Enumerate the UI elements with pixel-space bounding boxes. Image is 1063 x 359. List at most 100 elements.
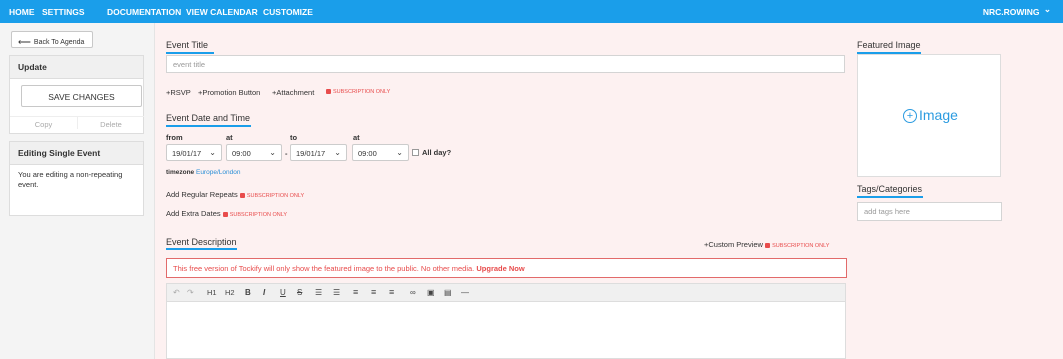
event-title-underline	[166, 52, 214, 54]
subscription-only-label: SUBSCRIPTION ONLY	[333, 89, 391, 95]
custom-preview-label: +Custom Preview	[704, 240, 763, 249]
image-icon[interactable]: ▣	[427, 288, 435, 297]
italic-button[interactable]: I	[263, 288, 265, 297]
subscription-badge: SUBSCRIPTION ONLY	[326, 89, 390, 95]
subscription-badge: SUBSCRIPTION ONLY	[239, 193, 305, 199]
add-image-label: Image	[919, 107, 958, 123]
event-title-heading: Event Title	[166, 40, 209, 50]
chevron-down-icon: ⌄	[209, 148, 216, 157]
lock-icon	[222, 212, 228, 217]
update-panel: Update SAVE CHANGES Copy Delete	[9, 55, 144, 134]
nav-customize[interactable]: CUSTOMIZE	[263, 7, 313, 17]
to-time-select[interactable]: 09:00 ⌄	[352, 144, 409, 161]
lock-icon	[326, 89, 331, 94]
chevron-down-icon: ⌄	[334, 148, 341, 157]
nav-settings[interactable]: SETTINGS	[42, 7, 85, 17]
undo-icon[interactable]: ↶	[173, 288, 180, 297]
back-to-agenda-label: Back To Agenda	[33, 39, 85, 46]
add-rsvp-link[interactable]: +RSVP	[166, 88, 191, 97]
user-menu[interactable]: NRC.ROWING ⌄	[982, 4, 1051, 18]
event-description-underline	[166, 248, 237, 250]
lock-icon	[239, 193, 245, 198]
tags-categories-heading: Tags/Categories	[857, 184, 923, 194]
chevron-down-icon: ⌄	[396, 148, 403, 157]
horizontal-rule-icon[interactable]: —	[461, 288, 469, 297]
add-extra-dates-label: Add Extra Dates	[166, 209, 221, 218]
upgrade-now-link[interactable]: Upgrade Now	[476, 264, 524, 273]
bold-button[interactable]: B	[245, 288, 251, 297]
back-to-agenda-button[interactable]: ⟵ Back To Agenda	[11, 31, 93, 48]
free-version-warning: This free version of Tockify will only s…	[166, 258, 847, 278]
to-date-select[interactable]: 19/01/17 ⌄	[290, 144, 347, 161]
add-regular-repeats-label: Add Regular Repeats	[166, 190, 238, 199]
subscription-badge: SUBSCRIPTION ONLY	[765, 243, 829, 249]
subscription-badge: SUBSCRIPTION ONLY	[222, 212, 288, 218]
add-image-button[interactable]: + Image	[903, 107, 958, 123]
heading-1-button[interactable]: H1	[207, 288, 217, 297]
redo-icon[interactable]: ↷	[187, 288, 194, 297]
lock-icon	[765, 243, 771, 248]
arrow-left-icon: ⟵	[18, 37, 31, 47]
to-time-value: 09:00	[358, 149, 377, 158]
event-description-heading: Event Description	[166, 237, 237, 247]
link-icon[interactable]: ∞	[410, 288, 416, 297]
user-name: NRC.ROWING	[982, 7, 1040, 17]
from-date-value: 19/01/17	[172, 149, 202, 158]
from-label: from	[166, 133, 183, 142]
sidebar: ⟵ Back To Agenda Update SAVE CHANGES Copy…	[0, 23, 155, 359]
delete-button[interactable]: Delete	[77, 116, 144, 129]
editor-toolbar: ↶ ↷ H1 H2 B I U S ☰ ☰ ≡ ≡ ≡ ∞ ▣ ▤ —	[166, 283, 846, 302]
timezone-label: timezone	[166, 169, 195, 176]
align-left-icon[interactable]: ≡	[353, 287, 358, 297]
date-range-dash: -	[285, 149, 288, 158]
to-at-label: at	[353, 133, 360, 142]
align-center-icon[interactable]: ≡	[371, 287, 376, 297]
underline-button[interactable]: U	[280, 288, 286, 297]
add-attachment-link[interactable]: +Attachment	[272, 88, 314, 97]
from-date-select[interactable]: 19/01/17 ⌄	[166, 144, 222, 161]
editing-panel-title: Editing Single Event	[10, 142, 143, 165]
featured-image-box[interactable]: + Image	[857, 54, 1001, 177]
add-extra-dates-link[interactable]: Add Extra Dates SUBSCRIPTION ONLY	[166, 209, 287, 218]
description-editor[interactable]	[166, 302, 846, 359]
subscription-only-label: SUBSCRIPTION ONLY	[246, 193, 305, 199]
warning-text: This free version of Tockify will only s…	[173, 264, 475, 273]
video-icon[interactable]: ▤	[444, 288, 452, 297]
update-panel-title: Update	[10, 56, 143, 79]
timezone-link[interactable]: Europe/London	[196, 169, 240, 176]
subscription-only-label: SUBSCRIPTION ONLY	[772, 243, 830, 249]
nav-view-calendar[interactable]: VIEW CALENDAR	[186, 7, 258, 17]
from-time-select[interactable]: 09:00 ⌄	[226, 144, 282, 161]
to-label: to	[290, 133, 298, 142]
plus-circle-icon: +	[903, 109, 917, 123]
tags-categories-underline	[857, 196, 923, 198]
editing-panel-text: You are editing a non-repeating event.	[18, 170, 123, 189]
to-date-value: 19/01/17	[296, 149, 326, 158]
strikethrough-button[interactable]: S	[297, 288, 302, 297]
chevron-down-icon: ⌄	[1043, 4, 1051, 14]
nav-documentation[interactable]: DOCUMENTATION	[107, 7, 181, 17]
event-date-time-heading: Event Date and Time	[166, 113, 251, 123]
tags-input[interactable]: add tags here	[857, 202, 1002, 221]
bullet-list-icon[interactable]: ☰	[315, 288, 322, 297]
top-nav-bar: HOME SETTINGS DOCUMENTATION VIEW CALENDA…	[0, 0, 1063, 23]
from-at-label: at	[226, 133, 233, 142]
save-changes-button[interactable]: SAVE CHANGES	[21, 85, 142, 107]
event-date-time-underline	[166, 125, 251, 127]
from-time-value: 09:00	[232, 149, 251, 158]
editing-panel: Editing Single Event You are editing a n…	[9, 141, 144, 216]
add-promotion-button-link[interactable]: +Promotion Button	[198, 88, 260, 97]
custom-preview-link[interactable]: +Custom Preview SUBSCRIPTION ONLY	[704, 240, 829, 249]
subscription-only-label: SUBSCRIPTION ONLY	[229, 212, 288, 218]
all-day-checkbox[interactable]	[412, 149, 419, 156]
numbered-list-icon[interactable]: ☰	[333, 288, 340, 297]
nav-home[interactable]: HOME	[9, 7, 35, 17]
chevron-down-icon: ⌄	[269, 148, 276, 157]
copy-button[interactable]: Copy	[10, 116, 77, 129]
heading-2-button[interactable]: H2	[225, 288, 235, 297]
align-right-icon[interactable]: ≡	[389, 287, 394, 297]
timezone-row: timezone Europe/London	[166, 169, 240, 176]
all-day-label: All day?	[422, 148, 452, 157]
event-title-input[interactable]: event title	[166, 55, 845, 73]
add-regular-repeats-link[interactable]: Add Regular Repeats SUBSCRIPTION ONLY	[166, 190, 304, 199]
